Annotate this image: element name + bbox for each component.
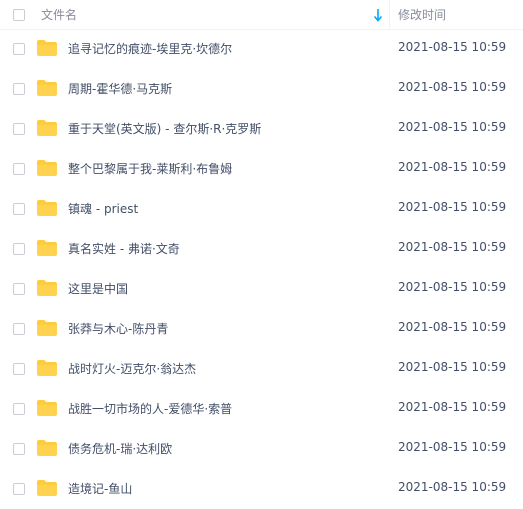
folder-icon <box>37 200 57 216</box>
folder-icon <box>37 440 57 456</box>
column-divider <box>389 0 390 29</box>
file-modified-time: 2021-08-15 10:59 <box>398 400 507 414</box>
file-name[interactable]: 张莽与木心-陈丹青 <box>68 320 168 337</box>
file-row[interactable]: 战胜一切市场的人-爱德华·索普 2021-08-15 10:59 <box>0 389 523 429</box>
file-name[interactable]: 真名实姓 - 弗诺·文奇 <box>68 240 180 257</box>
file-modified-time: 2021-08-15 10:59 <box>398 360 507 374</box>
row-checkbox[interactable] <box>13 283 25 295</box>
row-checkbox[interactable] <box>13 123 25 135</box>
select-all-checkbox[interactable] <box>13 9 25 21</box>
file-modified-time: 2021-08-15 10:59 <box>398 480 507 494</box>
file-row[interactable]: 造境记-鱼山 2021-08-15 10:59 <box>0 469 523 509</box>
folder-icon <box>37 120 57 136</box>
folder-icon <box>37 160 57 176</box>
file-name[interactable]: 追寻记忆的痕迹-埃里克·坎德尔 <box>68 40 232 57</box>
file-row[interactable]: 张莽与木心-陈丹青 2021-08-15 10:59 <box>0 309 523 349</box>
file-name[interactable]: 造境记-鱼山 <box>68 480 132 497</box>
row-checkbox[interactable] <box>13 163 25 175</box>
row-checkbox[interactable] <box>13 323 25 335</box>
folder-icon <box>37 40 57 56</box>
file-name[interactable]: 周期-霍华德·马克斯 <box>68 80 172 97</box>
file-list-header: 文件名 修改时间 <box>0 0 523 30</box>
file-name[interactable]: 战胜一切市场的人-爱德华·索普 <box>68 400 232 417</box>
folder-icon <box>37 320 57 336</box>
row-checkbox[interactable] <box>13 483 25 495</box>
arrow-down-icon[interactable] <box>372 8 384 22</box>
file-modified-time: 2021-08-15 10:59 <box>398 280 507 294</box>
file-modified-time: 2021-08-15 10:59 <box>398 80 507 94</box>
file-modified-time: 2021-08-15 10:59 <box>398 320 507 334</box>
file-name[interactable]: 镇魂 - priest <box>68 200 138 217</box>
file-name[interactable]: 战时灯火-迈克尔·翁达杰 <box>68 360 196 377</box>
column-header-modified[interactable]: 修改时间 <box>398 6 446 23</box>
file-row[interactable]: 战时灯火-迈克尔·翁达杰 2021-08-15 10:59 <box>0 349 523 389</box>
folder-icon <box>37 80 57 96</box>
file-row[interactable]: 重于天堂(英文版) - 查尔斯·R·克罗斯 2021-08-15 10:59 <box>0 109 523 149</box>
file-row[interactable]: 真名实姓 - 弗诺·文奇 2021-08-15 10:59 <box>0 229 523 269</box>
folder-icon <box>37 400 57 416</box>
row-checkbox[interactable] <box>13 43 25 55</box>
file-row[interactable]: 整个巴黎属于我-莱斯利·布鲁姆 2021-08-15 10:59 <box>0 149 523 189</box>
folder-icon <box>37 240 57 256</box>
row-checkbox[interactable] <box>13 443 25 455</box>
folder-icon <box>37 280 57 296</box>
column-header-name[interactable]: 文件名 <box>41 6 77 23</box>
file-modified-time: 2021-08-15 10:59 <box>398 120 507 134</box>
file-name[interactable]: 债务危机-瑞·达利欧 <box>68 440 172 457</box>
row-checkbox[interactable] <box>13 203 25 215</box>
file-modified-time: 2021-08-15 10:59 <box>398 200 507 214</box>
file-list: 追寻记忆的痕迹-埃里克·坎德尔 2021-08-15 10:59 周期-霍华德·… <box>0 29 523 509</box>
file-modified-time: 2021-08-15 10:59 <box>398 240 507 254</box>
file-row[interactable]: 债务危机-瑞·达利欧 2021-08-15 10:59 <box>0 429 523 469</box>
file-name[interactable]: 整个巴黎属于我-莱斯利·布鲁姆 <box>68 160 232 177</box>
file-name[interactable]: 这里是中国 <box>68 280 128 297</box>
row-checkbox[interactable] <box>13 243 25 255</box>
row-checkbox[interactable] <box>13 83 25 95</box>
file-row[interactable]: 这里是中国 2021-08-15 10:59 <box>0 269 523 309</box>
row-checkbox[interactable] <box>13 403 25 415</box>
file-modified-time: 2021-08-15 10:59 <box>398 160 507 174</box>
file-row[interactable]: 追寻记忆的痕迹-埃里克·坎德尔 2021-08-15 10:59 <box>0 29 523 69</box>
folder-icon <box>37 360 57 376</box>
file-row[interactable]: 周期-霍华德·马克斯 2021-08-15 10:59 <box>0 69 523 109</box>
folder-icon <box>37 480 57 496</box>
file-name[interactable]: 重于天堂(英文版) - 查尔斯·R·克罗斯 <box>68 120 261 137</box>
row-checkbox[interactable] <box>13 363 25 375</box>
file-row[interactable]: 镇魂 - priest 2021-08-15 10:59 <box>0 189 523 229</box>
file-modified-time: 2021-08-15 10:59 <box>398 440 507 454</box>
file-modified-time: 2021-08-15 10:59 <box>398 40 507 54</box>
